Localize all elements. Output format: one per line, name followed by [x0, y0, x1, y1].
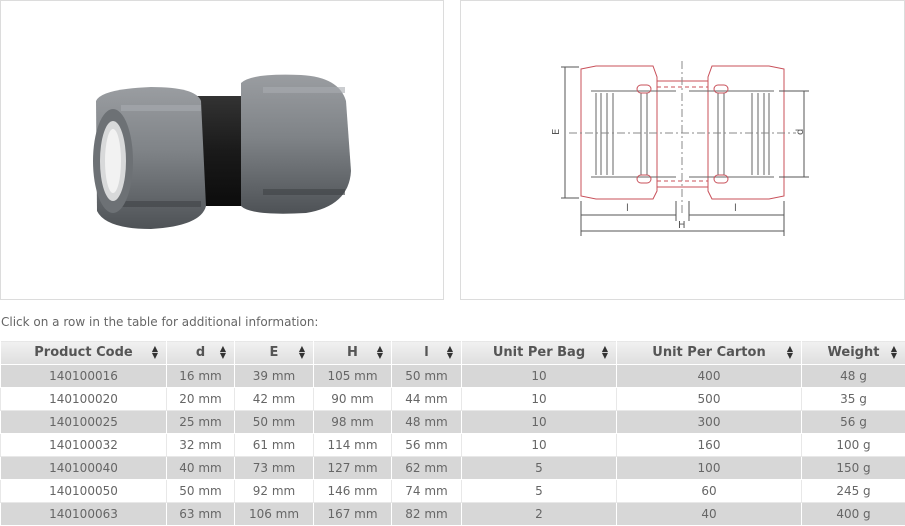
cell-E: 106 mm [235, 503, 314, 526]
cell-l: 48 mm [392, 411, 462, 434]
cell-unit-per-bag: 10 [462, 411, 617, 434]
cell-weight: 150 g [802, 457, 905, 480]
sort-icon: ▲▼ [447, 345, 453, 359]
cell-unit-per-carton: 160 [617, 434, 802, 457]
cell-d: 63 mm [167, 503, 235, 526]
cell-H: 127 mm [314, 457, 392, 480]
table-row[interactable]: 140100040 40 mm 73 mm 127 mm 62 mm 5 100… [1, 457, 905, 480]
sort-icon: ▲▼ [152, 345, 158, 359]
cell-H: 98 mm [314, 411, 392, 434]
sort-icon: ▲▼ [787, 345, 793, 359]
cell-H: 90 mm [314, 388, 392, 411]
cell-weight: 56 g [802, 411, 905, 434]
cell-unit-per-carton: 60 [617, 480, 802, 503]
cell-unit-per-bag: 10 [462, 365, 617, 388]
cell-E: 92 mm [235, 480, 314, 503]
cell-unit-per-carton: 400 [617, 365, 802, 388]
cell-weight: 48 g [802, 365, 905, 388]
cell-product-code: 140100016 [1, 365, 167, 388]
col-header-product-code[interactable]: Product Code▲▼ [1, 341, 167, 365]
cell-d: 32 mm [167, 434, 235, 457]
col-header-E[interactable]: E▲▼ [235, 341, 314, 365]
cell-product-code: 140100063 [1, 503, 167, 526]
cell-E: 73 mm [235, 457, 314, 480]
sort-icon: ▲▼ [299, 345, 305, 359]
col-header-l[interactable]: l▲▼ [392, 341, 462, 365]
dim-l-left-label: l [626, 203, 629, 214]
cell-unit-per-bag: 2 [462, 503, 617, 526]
cell-l: 50 mm [392, 365, 462, 388]
cell-l: 62 mm [392, 457, 462, 480]
table-row[interactable]: 140100032 32 mm 61 mm 114 mm 56 mm 10 16… [1, 434, 905, 457]
dim-d-label: d [795, 129, 806, 135]
cell-d: 40 mm [167, 457, 235, 480]
cell-l: 56 mm [392, 434, 462, 457]
table-row[interactable]: 140100063 63 mm 106 mm 167 mm 82 mm 2 40… [1, 503, 905, 526]
cell-unit-per-carton: 100 [617, 457, 802, 480]
table-row[interactable]: 140100025 25 mm 50 mm 98 mm 48 mm 10 300… [1, 411, 905, 434]
cell-product-code: 140100020 [1, 388, 167, 411]
dim-l-right-label: l [734, 203, 737, 214]
cell-product-code: 140100050 [1, 480, 167, 503]
technical-drawing-panel: E d l l H [460, 0, 905, 300]
coupling-drawing: E d l l H [461, 1, 905, 301]
cell-weight: 100 g [802, 434, 905, 457]
sort-icon: ▲▼ [377, 345, 383, 359]
cell-weight: 400 g [802, 503, 905, 526]
cell-d: 20 mm [167, 388, 235, 411]
coupling-photo [1, 1, 445, 301]
col-header-weight[interactable]: Weight▲▼ [802, 341, 905, 365]
cell-E: 61 mm [235, 434, 314, 457]
cell-d: 50 mm [167, 480, 235, 503]
cell-product-code: 140100040 [1, 457, 167, 480]
dim-H-label: H [678, 220, 686, 231]
cell-H: 114 mm [314, 434, 392, 457]
cell-E: 39 mm [235, 365, 314, 388]
product-photo-panel [0, 0, 444, 300]
cell-unit-per-bag: 10 [462, 388, 617, 411]
cell-weight: 35 g [802, 388, 905, 411]
cell-unit-per-carton: 40 [617, 503, 802, 526]
product-table: Product Code▲▼ d▲▼ E▲▼ H▲▼ l▲▼ Unit Per … [0, 340, 905, 526]
cell-l: 82 mm [392, 503, 462, 526]
cell-unit-per-bag: 10 [462, 434, 617, 457]
table-header-row: Product Code▲▼ d▲▼ E▲▼ H▲▼ l▲▼ Unit Per … [1, 341, 905, 365]
cell-E: 42 mm [235, 388, 314, 411]
cell-unit-per-carton: 500 [617, 388, 802, 411]
cell-unit-per-bag: 5 [462, 480, 617, 503]
table-row[interactable]: 140100016 16 mm 39 mm 105 mm 50 mm 10 40… [1, 365, 905, 388]
cell-unit-per-bag: 5 [462, 457, 617, 480]
col-header-unit-per-bag[interactable]: Unit Per Bag▲▼ [462, 341, 617, 365]
table-row[interactable]: 140100050 50 mm 92 mm 146 mm 74 mm 5 60 … [1, 480, 905, 503]
cell-d: 16 mm [167, 365, 235, 388]
sort-icon: ▲▼ [602, 345, 608, 359]
table-row[interactable]: 140100020 20 mm 42 mm 90 mm 44 mm 10 500… [1, 388, 905, 411]
dim-E-label: E [551, 129, 562, 135]
sort-icon: ▲▼ [220, 345, 226, 359]
col-header-d[interactable]: d▲▼ [167, 341, 235, 365]
col-header-H[interactable]: H▲▼ [314, 341, 392, 365]
cell-d: 25 mm [167, 411, 235, 434]
cell-l: 44 mm [392, 388, 462, 411]
cell-H: 105 mm [314, 365, 392, 388]
cell-H: 146 mm [314, 480, 392, 503]
cell-unit-per-carton: 300 [617, 411, 802, 434]
cell-E: 50 mm [235, 411, 314, 434]
sort-icon: ▲▼ [891, 345, 897, 359]
cell-product-code: 140100032 [1, 434, 167, 457]
cell-l: 74 mm [392, 480, 462, 503]
cell-weight: 245 g [802, 480, 905, 503]
col-header-unit-per-carton[interactable]: Unit Per Carton▲▼ [617, 341, 802, 365]
cell-H: 167 mm [314, 503, 392, 526]
cell-product-code: 140100025 [1, 411, 167, 434]
table-hint: Click on a row in the table for addition… [1, 315, 318, 329]
